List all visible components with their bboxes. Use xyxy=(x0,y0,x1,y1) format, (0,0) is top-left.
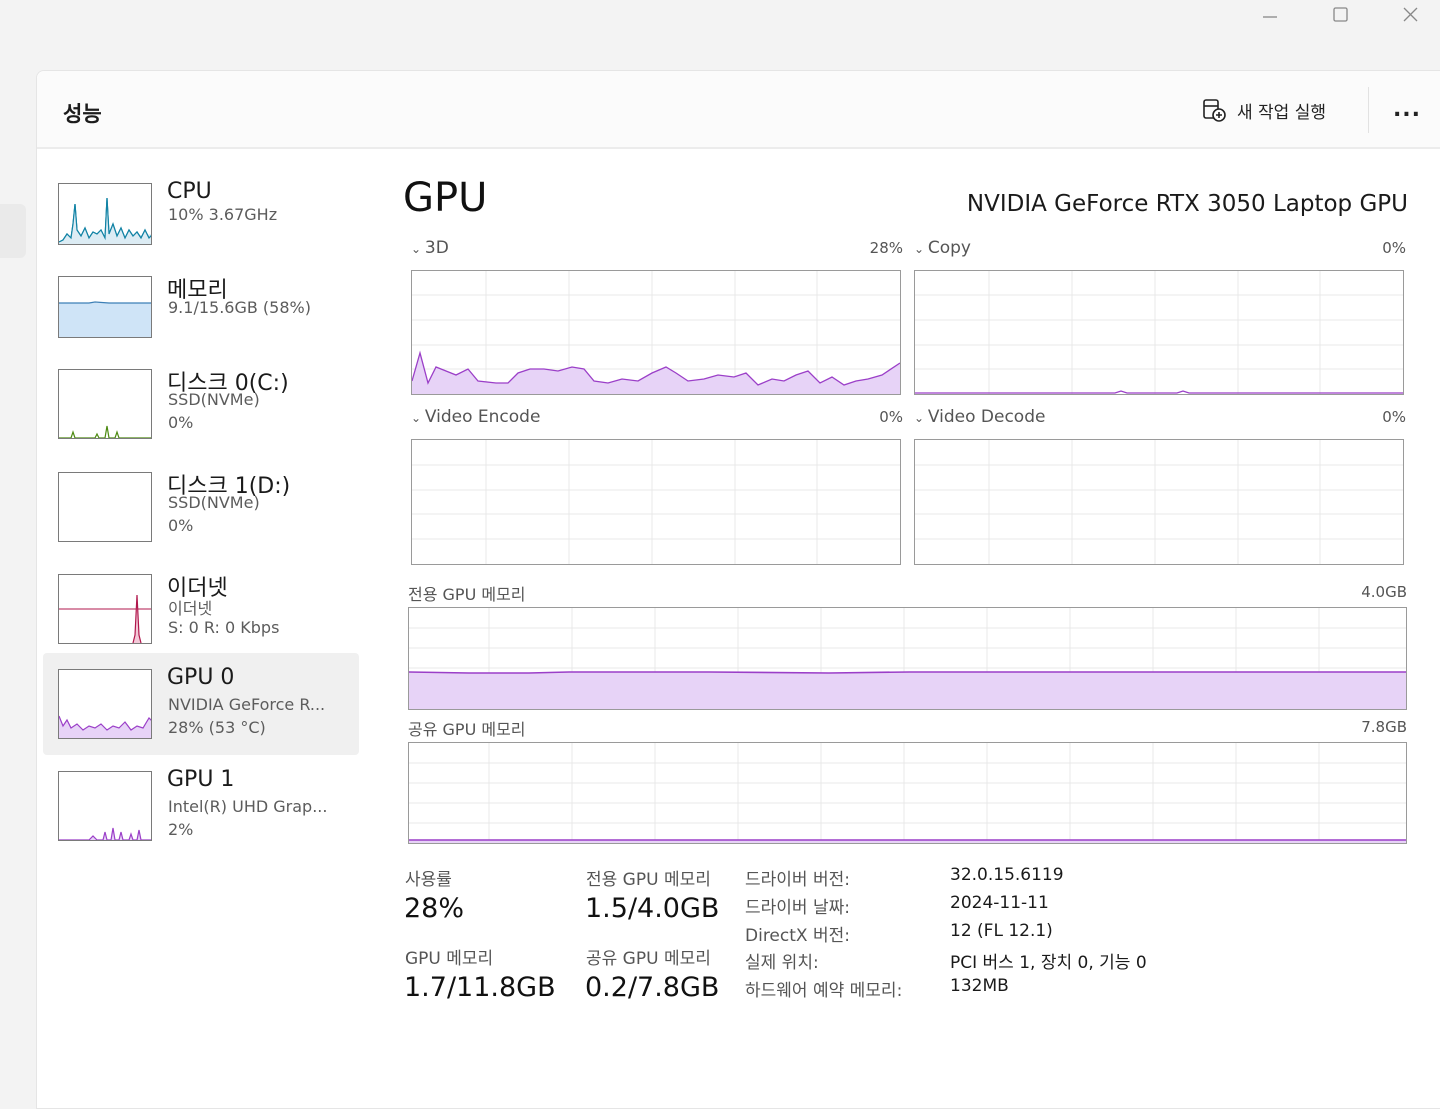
engine-graph-3d xyxy=(411,270,901,395)
directx-version-value: 12 (FL 12.1) xyxy=(950,921,1053,941)
physical-location-key: 실제 위치: xyxy=(745,953,819,973)
dedicated-memory-stat-value: 1.5/4.0GB xyxy=(585,893,720,924)
engine-percent: 0% xyxy=(879,408,903,426)
sidebar-item-title: GPU 1 xyxy=(167,767,235,792)
engine-selector-video-encode[interactable]: ⌄ Video Encode xyxy=(411,407,540,427)
sidebar-item-title: GPU 0 xyxy=(167,665,235,690)
disk-0-thumbnail-graph xyxy=(58,369,152,439)
shared-memory-stat-label: 공유 GPU 메모리 xyxy=(586,949,711,969)
gpu-model-name: NVIDIA GeForce RTX 3050 Laptop GPU xyxy=(966,191,1408,217)
page-title: 성능 xyxy=(63,102,102,126)
cpu-thumbnail-graph xyxy=(58,183,152,245)
chevron-down-icon: ⌄ xyxy=(914,411,928,425)
driver-version-value: 32.0.15.6119 xyxy=(950,865,1064,885)
header-divider xyxy=(1368,87,1369,133)
sidebar-item-memory[interactable]: 메모리 9.1/15.6GB (58%) xyxy=(43,264,359,366)
minimize-button[interactable] xyxy=(1238,0,1302,28)
sidebar-item-subtitle: 이더넷 xyxy=(168,599,213,618)
directx-version-key: DirectX 버전: xyxy=(745,926,850,946)
engine-graph-video-encode xyxy=(411,439,901,565)
dedicated-memory-graph xyxy=(408,607,1407,710)
chevron-down-icon: ⌄ xyxy=(411,242,425,256)
nav-selection-indicator xyxy=(0,204,26,258)
dedicated-memory-max: 4.0GB xyxy=(1361,583,1407,601)
engine-label: Copy xyxy=(927,238,971,258)
driver-date-value: 2024-11-11 xyxy=(950,893,1049,913)
sidebar-item-disk-0[interactable]: 디스크 0(C:) SSD(NVMe) 0% xyxy=(43,357,359,459)
shared-memory-label: 공유 GPU 메모리 xyxy=(408,720,526,739)
reserved-memory-value: 132MB xyxy=(950,976,1009,996)
new-task-icon xyxy=(1203,99,1226,122)
sidebar-item-value: 0% xyxy=(168,516,194,535)
sidebar-item-value: 0% xyxy=(168,413,194,432)
utilization-value: 28% xyxy=(404,893,465,924)
disk-1-thumbnail-graph xyxy=(58,472,152,542)
engine-selector-copy[interactable]: ⌄ Copy xyxy=(914,238,971,258)
reserved-memory-key: 하드웨어 예약 메모리: xyxy=(745,981,903,1001)
engine-label: 3D xyxy=(424,238,449,258)
engine-label: Video Decode xyxy=(927,407,1046,427)
maximize-button[interactable] xyxy=(1308,0,1372,28)
gpu-1-thumbnail-graph xyxy=(58,771,152,841)
shared-memory-stat-value: 0.2/7.8GB xyxy=(585,972,720,1003)
driver-version-key: 드라이버 버전: xyxy=(745,870,850,890)
shared-memory-max: 7.8GB xyxy=(1361,718,1407,736)
run-new-task-button[interactable]: 새 작업 실행 xyxy=(1201,95,1326,125)
memory-thumbnail-graph xyxy=(58,276,152,338)
more-options-button[interactable]: ... xyxy=(1385,93,1429,125)
maximize-icon xyxy=(1333,7,1348,22)
chevron-down-icon: ⌄ xyxy=(411,411,425,425)
sidebar-item-gpu-1[interactable]: GPU 1 Intel(R) UHD Grap... 2% xyxy=(43,757,359,859)
engine-graph-copy xyxy=(914,270,1404,395)
gpu-memory-value: 1.7/11.8GB xyxy=(404,972,556,1003)
sidebar-item-gpu-0[interactable]: GPU 0 NVIDIA GeForce R... 28% (53 °C) xyxy=(43,653,359,755)
dedicated-memory-stat-label: 전용 GPU 메모리 xyxy=(586,870,711,890)
sidebar-item-value: S: 0 R: 0 Kbps xyxy=(168,618,280,637)
sidebar-item-subtitle: 9.1/15.6GB (58%) xyxy=(168,298,311,317)
sidebar-item-ethernet[interactable]: 이더넷 이더넷 S: 0 R: 0 Kbps xyxy=(43,562,359,664)
chevron-down-icon: ⌄ xyxy=(914,242,928,256)
gpu-memory-label: GPU 메모리 xyxy=(405,949,494,969)
minimize-icon xyxy=(1263,16,1277,18)
engine-graph-video-decode xyxy=(914,439,1404,565)
gpu-title: GPU xyxy=(403,175,488,221)
sidebar-item-value: 2% xyxy=(168,820,194,839)
sidebar-item-subtitle: SSD(NVMe) xyxy=(168,493,260,512)
physical-location-value: PCI 버스 1, 장치 0, 기능 0 xyxy=(950,953,1147,973)
sidebar-item-subtitle: 10% 3.67GHz xyxy=(168,205,278,224)
driver-date-key: 드라이버 날짜: xyxy=(745,898,850,918)
sidebar-item-disk-1[interactable]: 디스크 1(D:) SSD(NVMe) 0% xyxy=(43,460,359,562)
page-header: 성능 새 작업 실행 ... xyxy=(37,71,1440,149)
run-new-task-label: 새 작업 실행 xyxy=(1237,102,1327,123)
sidebar-item-title: CPU xyxy=(167,179,212,204)
dedicated-memory-label: 전용 GPU 메모리 xyxy=(408,585,526,604)
sidebar-item-value: 28% (53 °C) xyxy=(168,718,266,737)
engine-selector-video-decode[interactable]: ⌄ Video Decode xyxy=(914,407,1045,427)
utilization-label: 사용률 xyxy=(405,870,452,890)
engine-percent: 28% xyxy=(869,239,903,257)
gpu-0-thumbnail-graph xyxy=(58,669,152,739)
sidebar-item-subtitle: SSD(NVMe) xyxy=(168,390,260,409)
engine-selector-3d[interactable]: ⌄ 3D xyxy=(411,238,449,258)
engine-percent: 0% xyxy=(1382,239,1406,257)
sidebar-item-cpu[interactable]: CPU 10% 3.67GHz xyxy=(43,171,359,273)
performance-panel: 성능 새 작업 실행 ... CPU 10% 3.67GHz 메모리 9.1/1… xyxy=(36,70,1440,1109)
shared-memory-graph xyxy=(408,742,1407,844)
sidebar-item-subtitle: NVIDIA GeForce R... xyxy=(168,695,326,714)
sidebar-item-subtitle: Intel(R) UHD Grap... xyxy=(168,797,328,816)
close-icon xyxy=(1403,7,1418,22)
ethernet-thumbnail-graph xyxy=(58,574,152,644)
engine-label: Video Encode xyxy=(424,407,541,427)
engine-percent: 0% xyxy=(1382,408,1406,426)
close-button[interactable] xyxy=(1378,0,1440,28)
